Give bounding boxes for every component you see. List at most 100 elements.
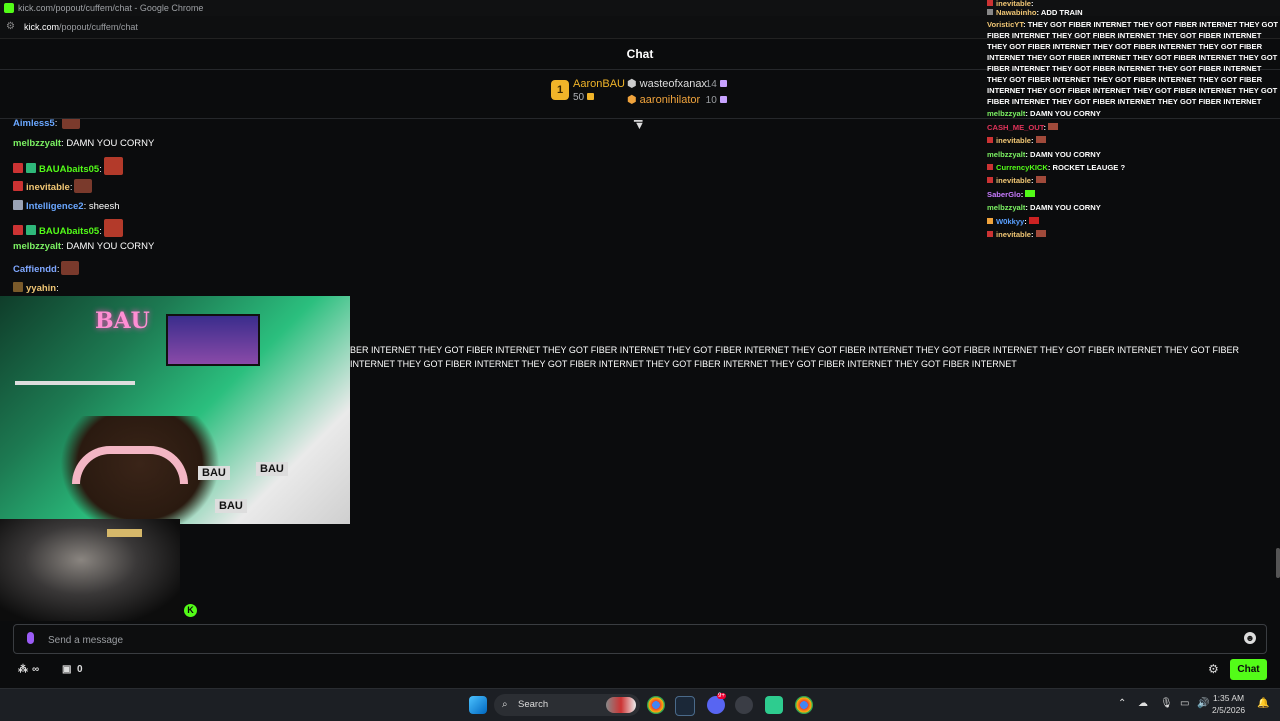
badge-icon bbox=[987, 9, 993, 15]
windows-start-icon[interactable] bbox=[469, 696, 487, 714]
overlay-chat: inevitable: Nawabinho: ADD TRAIN Voristi… bbox=[987, 0, 1280, 239]
bronze-badge-icon: ⬢ bbox=[627, 94, 637, 106]
gift-icon bbox=[587, 93, 595, 100]
network-icon[interactable]: ▭ bbox=[1180, 698, 1189, 709]
gift-badge-icon bbox=[26, 225, 36, 235]
scroll-to-bottom-icon[interactable]: ▁ ▼ bbox=[634, 111, 645, 132]
message-username[interactable]: inevitable bbox=[26, 182, 70, 193]
message-username[interactable]: melbzzyalt bbox=[13, 138, 61, 149]
subscriber-badge-icon bbox=[13, 163, 23, 173]
silver-badge-icon: ⬢ bbox=[627, 78, 637, 90]
emote-icon bbox=[74, 179, 93, 193]
site-info-icon[interactable]: ⚙ bbox=[6, 16, 15, 38]
cloud-icon[interactable]: ☁ bbox=[1138, 698, 1148, 709]
subscriber-badge-icon bbox=[13, 200, 23, 210]
overlay-chat-item: CurrencyKICK: ROCKET LEAUGE ? bbox=[987, 161, 1280, 174]
overlay-chat-item: melbzzyalt: DAMN YOU CORNY bbox=[987, 203, 1101, 213]
overlay-chat-item: inevitable: bbox=[987, 134, 1280, 147]
windows-taskbar: ⌕ Search 9+ ⌃ ☁ 🎙 ▭ 🔊 1:35 AM 2/5/2026 🔔 bbox=[0, 688, 1280, 721]
message-text: : bbox=[69, 182, 73, 193]
gift-icon bbox=[719, 80, 727, 87]
second-gifter-count: 14 bbox=[705, 79, 717, 90]
bau-sign: BAU bbox=[256, 462, 288, 476]
badge-icon bbox=[987, 217, 993, 224]
third-gifter-count: 10 bbox=[705, 95, 717, 106]
list-item: Aimless5: bbox=[13, 119, 81, 129]
chrome-window-icon[interactable] bbox=[795, 696, 813, 714]
message-username[interactable]: yyahin bbox=[26, 283, 56, 294]
gift-count: 0 bbox=[77, 664, 83, 675]
microphone-tray-icon[interactable]: 🎙 bbox=[1160, 698, 1173, 709]
list-item: Intelligence2: sheesh bbox=[13, 200, 119, 212]
message-text: : DAMN YOU CORNY bbox=[61, 241, 155, 252]
chat-send-button[interactable]: Chat bbox=[1230, 659, 1267, 680]
emote-icon bbox=[1035, 136, 1046, 144]
chrome-icon[interactable] bbox=[647, 696, 665, 714]
list-item: yyahin: bbox=[13, 282, 59, 294]
settings-gear-icon[interactable]: ⚙ bbox=[1208, 662, 1219, 676]
overlay-chat-item: melbzzyalt: DAMN YOU CORNY bbox=[987, 149, 1101, 159]
tv-screen bbox=[166, 314, 260, 366]
message-text: : DAMN YOU CORNY bbox=[61, 138, 155, 149]
message-username[interactable]: Intelligence2 bbox=[26, 201, 84, 212]
overlay-chat-item: inevitable: bbox=[987, 174, 1280, 187]
window-title: kick.com/popout/cuffem/chat - Google Chr… bbox=[18, 3, 204, 13]
message-box: ☻ bbox=[13, 624, 1267, 655]
list-item: melbzzyalt: DAMN YOU CORNY bbox=[13, 138, 154, 149]
emote-icon bbox=[1035, 176, 1046, 184]
kick-logo-icon: K bbox=[184, 604, 197, 617]
message-username[interactable]: Caffiendd bbox=[13, 264, 57, 275]
emote-icon bbox=[1025, 189, 1036, 197]
emote-icon bbox=[1028, 216, 1039, 224]
gift-icon[interactable]: ▣ bbox=[62, 664, 71, 675]
viewers-count: ∞ bbox=[32, 664, 40, 675]
kick-favicon-icon bbox=[4, 3, 14, 13]
clock-date: 2/5/2026 bbox=[1212, 705, 1246, 715]
list-item: BAUAbaits05: bbox=[13, 219, 123, 237]
emote-icon bbox=[1048, 122, 1059, 130]
subscriber-badge-icon bbox=[13, 282, 23, 292]
second-gifter[interactable]: ⬢ wasteofxanax14 bbox=[627, 77, 727, 90]
overlay-chat-item: Nawabinho: ADD TRAIN bbox=[987, 6, 1280, 19]
kick-app-icon[interactable] bbox=[765, 696, 783, 714]
message-username[interactable]: BAUAbaits05 bbox=[39, 226, 99, 237]
search-highlight-image bbox=[606, 697, 636, 713]
gold-chain bbox=[107, 529, 142, 537]
discord-badge: 9+ bbox=[717, 693, 726, 699]
message-username[interactable]: BAUAbaits05 bbox=[39, 164, 99, 175]
list-item: melbzzyalt: DAMN YOU CORNY bbox=[13, 241, 154, 252]
discord-icon[interactable]: 9+ bbox=[707, 693, 726, 714]
subscriber-badge-icon bbox=[13, 225, 23, 235]
message-username[interactable]: melbzzyalt bbox=[13, 241, 61, 252]
chevron-up-icon[interactable]: ⌃ bbox=[1118, 698, 1126, 709]
third-gifter-name: aaronihilator bbox=[639, 94, 701, 106]
message-input[interactable] bbox=[46, 625, 1230, 655]
list-item: BAUAbaits05: bbox=[13, 157, 123, 175]
steam-icon[interactable] bbox=[675, 696, 695, 716]
emoji-icon[interactable]: ☻ bbox=[1244, 632, 1256, 644]
viewers-icon[interactable]: ⁂ bbox=[18, 664, 28, 675]
taskbar-clock[interactable]: 1:35 AM 2/5/2026 bbox=[1212, 692, 1245, 716]
volume-icon[interactable]: 🔊 bbox=[1197, 698, 1209, 709]
stream-video: BAU BAU BAU BAU bbox=[0, 296, 350, 524]
url-host: kick.com bbox=[24, 22, 60, 32]
badge-icon bbox=[987, 137, 993, 144]
message-text: : bbox=[99, 164, 102, 175]
microphone-icon[interactable] bbox=[27, 632, 34, 644]
top-gifter-name[interactable]: AaronBAU bbox=[573, 78, 625, 90]
message-text: : sheesh bbox=[83, 201, 120, 212]
emote-icon bbox=[61, 261, 80, 275]
top-gifter-count: 50 bbox=[573, 92, 595, 103]
notifications-icon[interactable]: 🔔 bbox=[1257, 698, 1269, 709]
bau-sign: BAU bbox=[215, 499, 247, 513]
search-icon: ⌕ bbox=[502, 699, 508, 710]
chat-message-list: Aimless5: melbzzyalt: DAMN YOU CORNY BAU… bbox=[0, 119, 360, 296]
overlay-chat-item: CASH_ME_OUT: bbox=[987, 121, 1280, 134]
taskbar-search[interactable]: ⌕ Search bbox=[494, 694, 640, 716]
chat-footer: ⁂ ∞ ▣ 0 bbox=[0, 656, 1280, 686]
stream-overlay-text: BER INTERNET THEY GOT FIBER INTERNET THE… bbox=[350, 345, 1240, 369]
scrollbar[interactable] bbox=[1276, 548, 1280, 578]
app-icon[interactable] bbox=[735, 696, 753, 714]
third-gifter[interactable]: ⬢ aaronihilator 10 bbox=[627, 93, 727, 106]
emote-icon bbox=[62, 119, 81, 129]
